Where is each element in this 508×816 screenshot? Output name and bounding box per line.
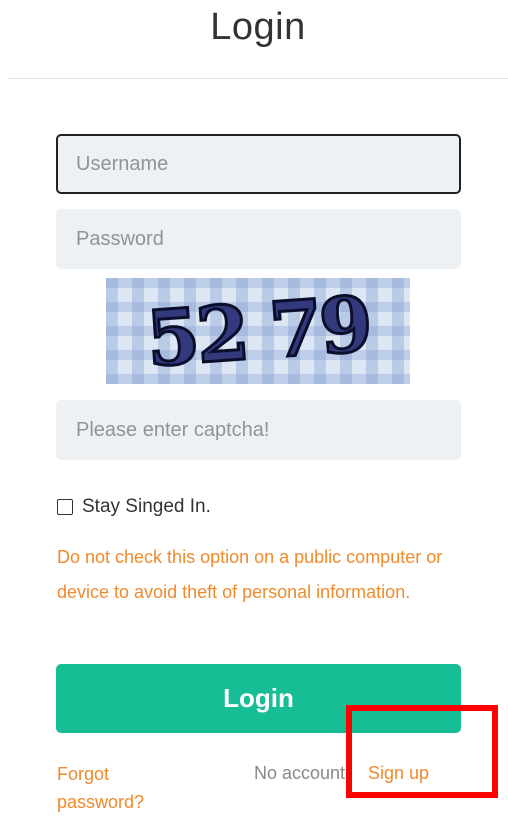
- title-divider: [8, 78, 508, 79]
- highlight-annotation-box: [346, 705, 498, 798]
- password-input[interactable]: [56, 209, 461, 269]
- login-page: Login 52 79 Stay Singed In. Do not check…: [0, 0, 508, 816]
- stay-signed-in[interactable]: Stay Singed In.: [57, 496, 211, 518]
- username-input[interactable]: [56, 134, 461, 194]
- stay-signed-in-checkbox[interactable]: [57, 499, 73, 515]
- captcha-text: 52 79: [144, 279, 373, 383]
- forgot-password-link[interactable]: Forgot password?: [57, 760, 177, 816]
- no-account-label: No account: [254, 763, 346, 783]
- stay-signed-in-label: Stay Singed In.: [82, 496, 211, 517]
- security-warning: Do not check this option on a public com…: [57, 547, 443, 602]
- page-title: Login: [210, 6, 306, 48]
- captcha-input[interactable]: [56, 400, 461, 460]
- captcha-image[interactable]: 52 79: [106, 278, 410, 384]
